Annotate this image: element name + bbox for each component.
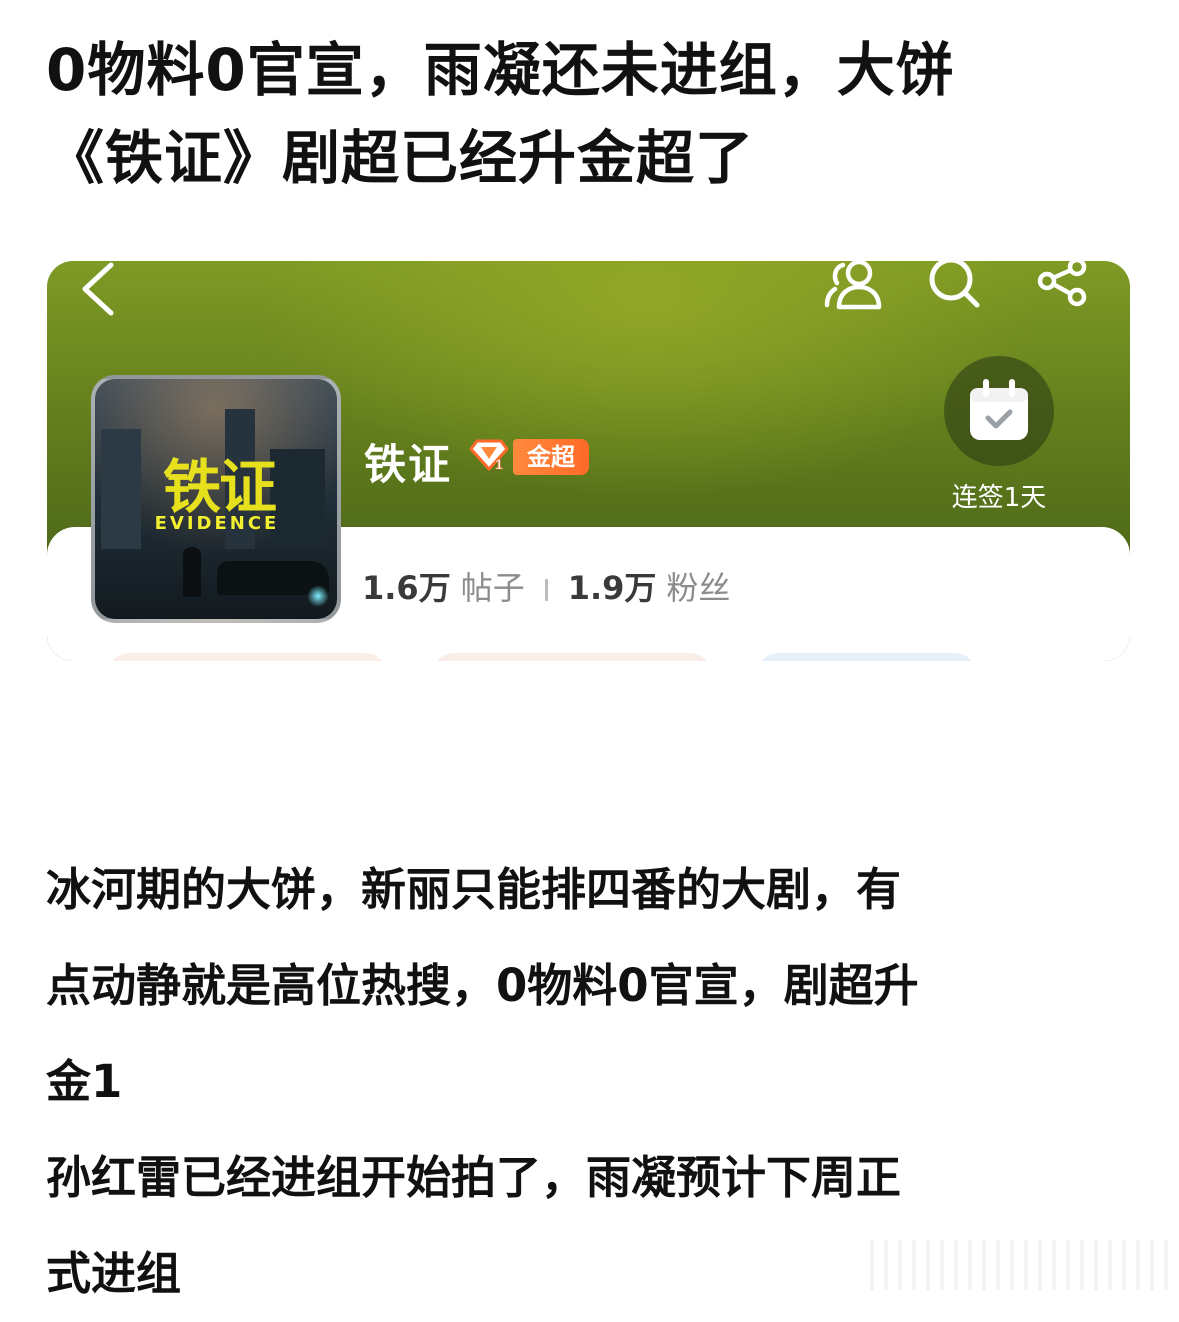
share-icon[interactable] (1033, 261, 1095, 311)
supertopic-name: 铁证 (364, 440, 453, 489)
action-tab[interactable] (757, 653, 977, 661)
action-tab[interactable] (107, 653, 387, 661)
checkin-label: 连签1天 (951, 483, 1047, 513)
post-body-line-1: 冰河期的大饼，新丽只能排四番的大剧，有 (46, 863, 902, 916)
search-icon[interactable] (923, 261, 985, 311)
posts-label: 帖子 (460, 569, 525, 607)
calendar-check-icon (970, 379, 1028, 440)
members-icon[interactable] (823, 261, 885, 311)
post-title: 0物料0官宣，雨凝还未进组，大饼 《铁证》剧超已经升金超了 (46, 26, 1146, 202)
cover-light (307, 585, 329, 607)
post-title-line-2: 《铁证》剧超已经升金超了 (46, 124, 755, 192)
post-title-line-1: 0物料0官宣，雨凝还未进组，大饼 (46, 36, 955, 104)
action-tab[interactable] (432, 653, 712, 661)
fans-label: 粉丝 (666, 569, 731, 607)
level-number: 1 (495, 456, 503, 472)
back-icon[interactable] (75, 261, 125, 317)
cover-title-en: EVIDENCE (154, 513, 280, 534)
gem-icon: 1 (469, 439, 509, 472)
checkin-button[interactable] (944, 356, 1054, 466)
stats-divider (544, 579, 548, 601)
supertopic-cover-image[interactable]: 铁证 EVIDENCE (91, 375, 341, 623)
post-body-line-2: 点动静就是高位热搜，0物料0官宣，剧超升 (46, 959, 919, 1012)
cover-title-zh: 铁证 (162, 453, 277, 521)
posts-count: 1.6万 (362, 569, 451, 607)
level-badge[interactable]: 金超 (513, 439, 589, 475)
fans-count: 1.9万 (567, 569, 657, 607)
post-body-line-4: 孙红雷已经进组开始拍了，雨凝预计下周正 (46, 1151, 902, 1204)
supertopic-card[interactable]: 铁证 EVIDENCE 铁证 1 金超 连签1天 1.6万 帖子 1.9万 粉丝 (47, 261, 1130, 661)
post-body-line-3: 金1 (46, 1055, 123, 1108)
watermark (870, 1240, 1170, 1290)
cover-figure (183, 547, 201, 597)
supertopic-stats: 1.6万 帖子 1.9万 粉丝 (362, 563, 730, 609)
